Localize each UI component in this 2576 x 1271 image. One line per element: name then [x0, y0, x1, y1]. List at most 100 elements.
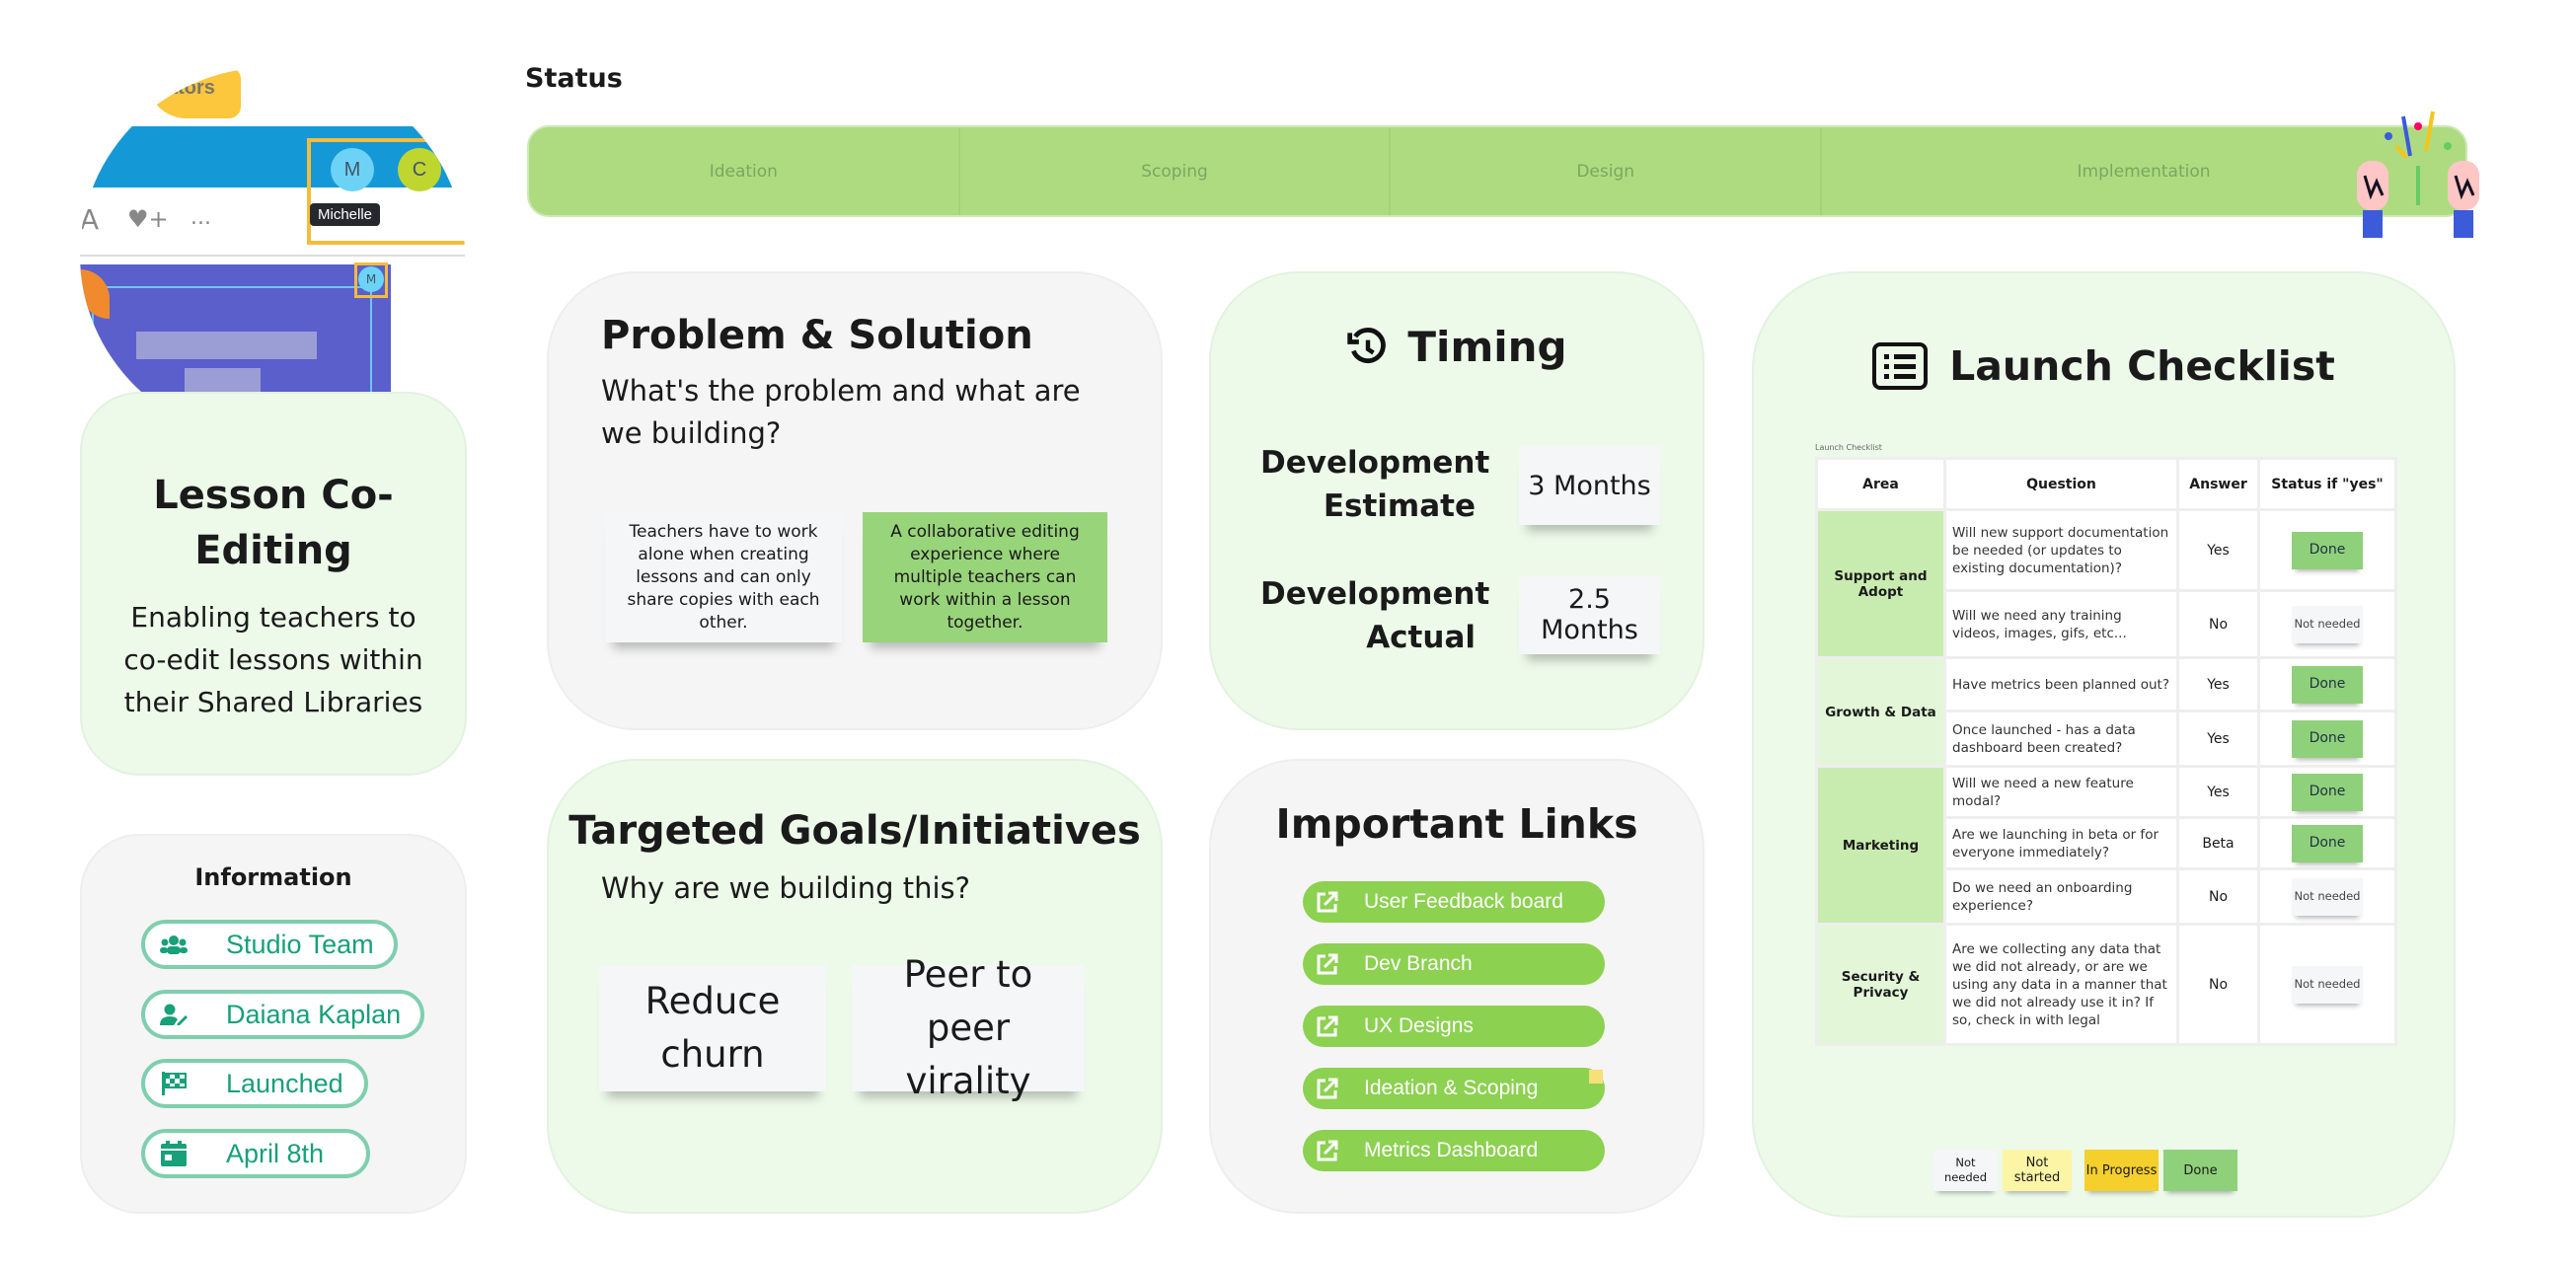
status-badge[interactable]: Not needed	[2292, 605, 2363, 643]
legend-item: In Progress	[2084, 1150, 2159, 1191]
status-badge[interactable]: Done	[2292, 824, 2363, 862]
status-badge[interactable]: Done	[2292, 531, 2363, 569]
status-badge[interactable]: Done	[2292, 773, 2363, 811]
external-link-icon	[1317, 1078, 1338, 1099]
answer-cell: Yes	[2176, 656, 2260, 712]
problem-sticky-note[interactable]: Teachers have to work alone when creatin…	[605, 512, 842, 642]
link-ux-designs[interactable]: UX Designs	[1303, 1006, 1605, 1047]
checklist-table: Area Question Answer Status if "yes" Sup…	[1815, 457, 2397, 1046]
information-card: Information Studio Team Daiana Kaplan La…	[80, 834, 467, 1214]
status-cell: Done	[2257, 710, 2397, 768]
question-cell: Will we need any training videos, images…	[1943, 589, 2179, 659]
info-owner[interactable]: Daiana Kaplan	[141, 990, 424, 1039]
external-link-icon	[1317, 953, 1338, 975]
info-owner-label: Daiana Kaplan	[226, 999, 402, 1029]
toolbar-insert-icon: ♥+	[127, 205, 169, 233]
table-row: Security & Privacy Are we collecting any …	[1815, 923, 2397, 1046]
area-cell: Growth & Data	[1815, 656, 1946, 768]
link-label: Ideation & Scoping	[1364, 1077, 1539, 1099]
collaborators-tag: ators	[147, 67, 241, 118]
timing-title: Timing	[1407, 323, 1567, 371]
goal-sticky-note[interactable]: Peer to peer virality	[852, 953, 1085, 1102]
user-edit-icon	[159, 1004, 189, 1025]
area-cell: Support and Adopt	[1815, 508, 1946, 659]
info-status-label: Launched	[226, 1068, 343, 1098]
toolbar-more-icon: ...	[190, 205, 211, 230]
question-cell: Are we launching in beta or for everyone…	[1943, 816, 2179, 870]
important-links-card: Important Links User Feedback board Dev …	[1209, 759, 1705, 1214]
answer-cell: Yes	[2176, 710, 2260, 768]
status-cell: Not needed	[2257, 867, 2397, 926]
status-badge[interactable]: Done	[2292, 665, 2363, 704]
avatar-tooltip: Michelle	[310, 203, 381, 226]
header-area: Area	[1815, 457, 1946, 511]
question-cell: Will we need a new feature modal?	[1943, 765, 2179, 819]
status-cell: Not needed	[2257, 589, 2397, 659]
goal-sticky-note[interactable]: Reduce churn	[599, 965, 826, 1091]
feature-preview-image: A ♥+ ... M C Michelle M ators	[80, 67, 465, 442]
info-date[interactable]: April 8th	[141, 1129, 370, 1178]
link-label: Metrics Dashboard	[1364, 1139, 1539, 1161]
goals-subtitle: Why are we building this?	[601, 871, 971, 905]
answer-cell: Beta	[2176, 816, 2260, 870]
status-cell: Done	[2257, 765, 2397, 819]
goals-card: Targeted Goals/Initiatives Why are we bu…	[547, 759, 1163, 1214]
timing-card: Timing Development Estimate 3 Months Dev…	[1209, 271, 1705, 730]
problem-subtitle: What's the problem and what are we build…	[601, 374, 1081, 450]
goals-title: Targeted Goals/Initiatives	[568, 808, 1141, 854]
status-title: Status	[525, 63, 623, 94]
table-caption: Launch Checklist	[1815, 443, 1882, 452]
launch-checklist-card: Launch Checklist Launch Checklist Area Q…	[1752, 271, 2456, 1218]
actual-label: Development Actual	[1260, 576, 1490, 655]
problem-solution-card: Problem & Solution What's the problem an…	[547, 271, 1163, 730]
area-cell: Security & Privacy	[1815, 923, 1946, 1046]
external-link-icon	[1317, 1015, 1338, 1037]
answer-cell: Yes	[2176, 508, 2260, 592]
stage-ideation[interactable]: Ideation	[529, 127, 960, 215]
info-date-label: April 8th	[226, 1138, 325, 1168]
external-link-icon	[1317, 1140, 1338, 1161]
info-status[interactable]: Launched	[141, 1059, 368, 1108]
lesson-title: Lesson Co-Editing	[153, 473, 394, 573]
link-dev-branch[interactable]: Dev Branch	[1303, 943, 1605, 985]
answer-cell: No	[2176, 589, 2260, 659]
status-cell: Done	[2257, 656, 2397, 712]
status-cell: Done	[2257, 816, 2397, 870]
link-label: UX Designs	[1364, 1014, 1474, 1037]
table-row: Support and Adopt Will new support docume…	[1815, 508, 2397, 659]
link-metrics-dashboard[interactable]: Metrics Dashboard	[1303, 1130, 1605, 1171]
header-answer: Answer	[2176, 457, 2260, 511]
avatar-m[interactable]: M	[331, 148, 374, 191]
info-team[interactable]: Studio Team	[141, 920, 398, 969]
status-badge[interactable]: Not needed	[2292, 965, 2363, 1004]
actual-value[interactable]: 2.5 Months	[1519, 575, 1660, 654]
users-icon	[159, 935, 189, 954]
list-icon	[1872, 342, 1929, 390]
estimate-value[interactable]: 3 Months	[1519, 446, 1660, 525]
link-ideation-scoping[interactable]: Ideation & Scoping	[1303, 1068, 1605, 1109]
calendar-icon	[159, 1141, 189, 1166]
information-title: Information	[194, 863, 352, 891]
answer-cell: No	[2176, 867, 2260, 926]
legend-item: Not needed	[1933, 1150, 1998, 1191]
link-user-feedback[interactable]: User Feedback board	[1303, 881, 1605, 923]
celebration-confetti-icon	[2357, 111, 2479, 238]
estimate-label: Development Estimate	[1260, 445, 1490, 524]
checkered-flag-icon	[159, 1072, 189, 1095]
stage-scoping[interactable]: Scoping	[960, 127, 1392, 215]
history-icon	[1347, 327, 1387, 363]
comment-marker-icon[interactable]	[1589, 1070, 1603, 1084]
link-label: Dev Branch	[1364, 952, 1473, 975]
solution-sticky-note[interactable]: A collaborative editing experience where…	[863, 512, 1107, 642]
status-cell: Done	[2257, 508, 2397, 592]
problem-title: Problem & Solution	[601, 313, 1033, 358]
status-badge[interactable]: Not needed	[2292, 877, 2363, 916]
external-link-icon	[1317, 891, 1338, 913]
question-cell: Once launched - has a data dashboard bee…	[1943, 710, 2179, 768]
info-team-label: Studio Team	[226, 929, 374, 959]
stage-design[interactable]: Design	[1391, 127, 1823, 215]
links-title: Important Links	[1275, 800, 1638, 848]
status-badge[interactable]: Done	[2292, 719, 2363, 758]
question-cell: Are we collecting any data that we did n…	[1943, 923, 2179, 1046]
avatar-c[interactable]: C	[398, 148, 441, 191]
